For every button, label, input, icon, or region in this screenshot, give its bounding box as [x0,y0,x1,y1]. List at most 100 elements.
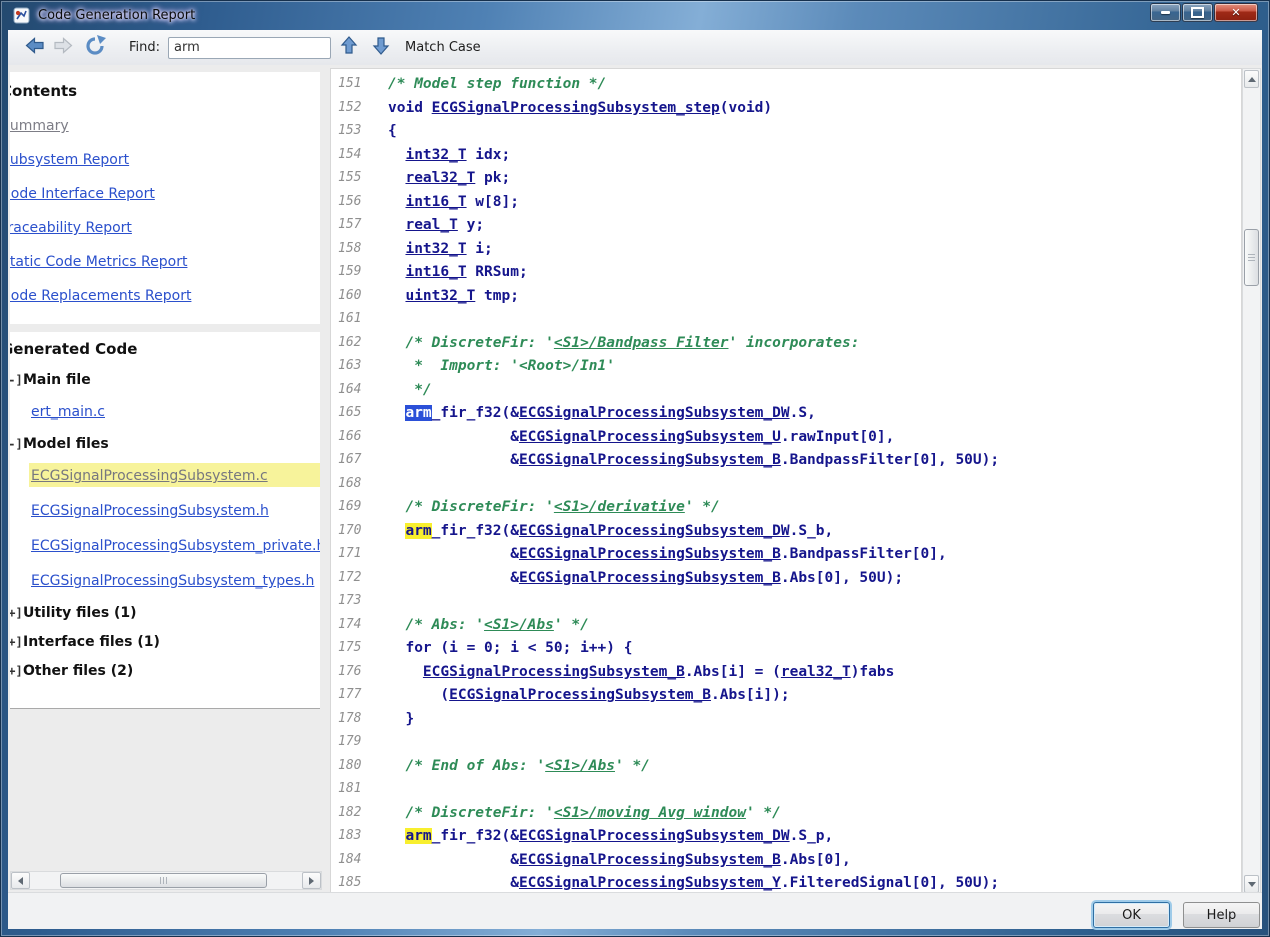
code-line: 178 } [331,711,1241,735]
sidebar-horizontal-scrollbar[interactable] [10,871,322,890]
code-text: for (i = 0; i < 50; i++) { [388,640,632,664]
code-link[interactable]: int32_T [405,241,466,257]
contents-link[interactable]: Traceability Report [10,220,320,236]
help-button[interactable]: Help [1183,902,1260,928]
code-link[interactable]: ECGSignalProcessingSubsystem_DW [519,828,790,844]
code-text: void ECGSignalProcessingSubsystem_step(v… [388,100,772,124]
tree-group-label[interactable]: Model files [23,436,109,452]
code-link[interactable]: ECGSignalProcessingSubsystem_B [449,687,711,703]
code-text: arm_fir_f32(&ECGSignalProcessingSubsyste… [388,523,833,547]
code-link[interactable]: ECGSignalProcessingSubsystem_B [519,546,781,562]
line-number: 154 [331,147,388,171]
code-line: 169 /* DiscreteFir: '<S1>/derivative' */ [331,499,1241,523]
code-link[interactable]: int16_T [405,194,466,210]
contents-link[interactable]: Code Interface Report [10,186,320,202]
tree-group-label[interactable]: Interface files (1) [23,634,160,650]
code-view[interactable]: 151/* Model step function */152void ECGS… [330,68,1242,895]
code-text: real32_T pk; [388,170,510,194]
contents-links: Summary Subsystem Report Code Interface Re… [10,118,320,322]
scroll-up-button[interactable] [1244,70,1259,88]
code-link[interactable]: ECGSignalProcessingSubsystem_B [519,570,781,586]
code-link[interactable]: <S1>/moving Avg window [554,805,746,821]
code-link[interactable]: real_T [405,217,457,233]
code-line: 171 &ECGSignalProcessingSubsystem_B.Band… [331,546,1241,570]
file-link[interactable]: ECGSignalProcessingSubsystem_private.h [31,538,320,554]
line-number: 164 [331,382,388,406]
line-number: 153 [331,123,388,147]
scroll-left-button[interactable] [11,872,30,889]
code-link[interactable]: <S1>/Abs [545,758,615,774]
code-line: 167 &ECGSignalProcessingSubsystem_B.Band… [331,452,1241,476]
code-link[interactable]: real32_T [781,664,851,680]
code-link[interactable]: int32_T [405,147,466,163]
back-button[interactable] [24,35,46,60]
find-toolbar: Find: Match Case [8,30,1262,66]
collapse-icon[interactable]: [-] [10,373,23,387]
find-previous-button[interactable] [340,35,358,60]
file-link[interactable]: ert_main.c [31,404,105,420]
collapse-icon[interactable]: [-] [10,437,23,451]
code-line: 174 /* Abs: '<S1>/Abs' */ [331,617,1241,641]
code-link[interactable]: ECGSignalProcessingSubsystem_B [423,664,685,680]
file-link[interactable]: ECGSignalProcessingSubsystem.c [31,468,268,484]
code-link[interactable]: real32_T [405,170,475,186]
contents-link[interactable]: Subsystem Report [10,152,320,168]
code-link[interactable]: <S1>/Bandpass Filter [554,335,729,351]
code-line: 162 /* DiscreteFir: '<S1>/Bandpass Filte… [331,335,1241,359]
code-link[interactable]: ECGSignalProcessingSubsystem_DW [519,405,790,421]
find-next-button[interactable] [372,35,390,60]
code-text: int32_T i; [388,241,493,265]
maximize-button[interactable] [1182,3,1213,22]
code-link[interactable]: ECGSignalProcessingSubsystem_Y [519,875,781,891]
line-number: 178 [331,711,388,735]
tree-group-label[interactable]: Other files (2) [23,663,133,679]
generated-code-tree: [-]Main fileert_main.c[-]Model filesECGS… [10,372,320,679]
line-number: 151 [331,76,388,100]
vertical-scroll-thumb[interactable] [1244,229,1259,286]
line-number: 175 [331,640,388,664]
tree-group-label[interactable]: Main file [23,372,91,388]
tree-group-row: [+]Utility files (1) [10,605,320,621]
close-button[interactable]: ✕ [1214,3,1258,22]
left-arrow-icon [18,877,23,885]
right-arrow-icon [309,877,314,885]
scroll-down-button[interactable] [1244,875,1259,893]
expand-icon[interactable]: [+] [10,606,23,620]
file-link[interactable]: ECGSignalProcessingSubsystem_types.h [31,573,314,589]
contents-link[interactable]: Static Code Metrics Report [10,254,320,270]
horizontal-scroll-thumb[interactable] [60,873,267,888]
match-case-toggle[interactable]: Match Case [405,40,481,55]
code-text: } [388,711,414,735]
code-link[interactable]: uint32_T [405,288,475,304]
search-match: arm [405,523,431,539]
code-line: 182 /* DiscreteFir: '<S1>/moving Avg win… [331,805,1241,829]
contents-link[interactable]: Code Replacements Report [10,288,320,304]
tree-group-label[interactable]: Utility files (1) [23,605,137,621]
file-link[interactable]: ECGSignalProcessingSubsystem.h [31,503,269,519]
code-vertical-scrollbar[interactable] [1242,68,1261,895]
code-link[interactable]: ECGSignalProcessingSubsystem_DW [519,523,790,539]
forward-button[interactable] [52,35,74,60]
code-link[interactable]: <S1>/derivative [554,499,685,515]
minimize-button[interactable] [1150,3,1181,22]
code-line: 165 arm_fir_f32(&ECGSignalProcessingSubs… [331,405,1241,429]
code-link[interactable]: int16_T [405,264,466,280]
code-link[interactable]: ECGSignalProcessingSubsystem_U [519,429,781,445]
find-input[interactable] [168,37,331,59]
code-line: 163 * Import: '<Root>/In1' [331,358,1241,382]
line-number: 152 [331,100,388,124]
code-link[interactable]: ECGSignalProcessingSubsystem_B [519,452,781,468]
expand-icon[interactable]: [+] [10,635,23,649]
contents-link[interactable]: Summary [10,118,320,134]
ok-button[interactable]: OK [1093,902,1170,928]
refresh-button[interactable] [84,35,107,60]
code-link[interactable]: ECGSignalProcessingSubsystem_step [432,100,720,116]
code-text: { [388,123,397,147]
expand-icon[interactable]: [+] [10,664,23,678]
code-link[interactable]: ECGSignalProcessingSubsystem_B [519,852,781,868]
code-line: 155 real32_T pk; [331,170,1241,194]
code-text: uint32_T tmp; [388,288,519,312]
contents-heading: Contents [10,82,320,100]
scroll-right-button[interactable] [302,872,321,889]
code-link[interactable]: <S1>/Abs [484,617,554,633]
